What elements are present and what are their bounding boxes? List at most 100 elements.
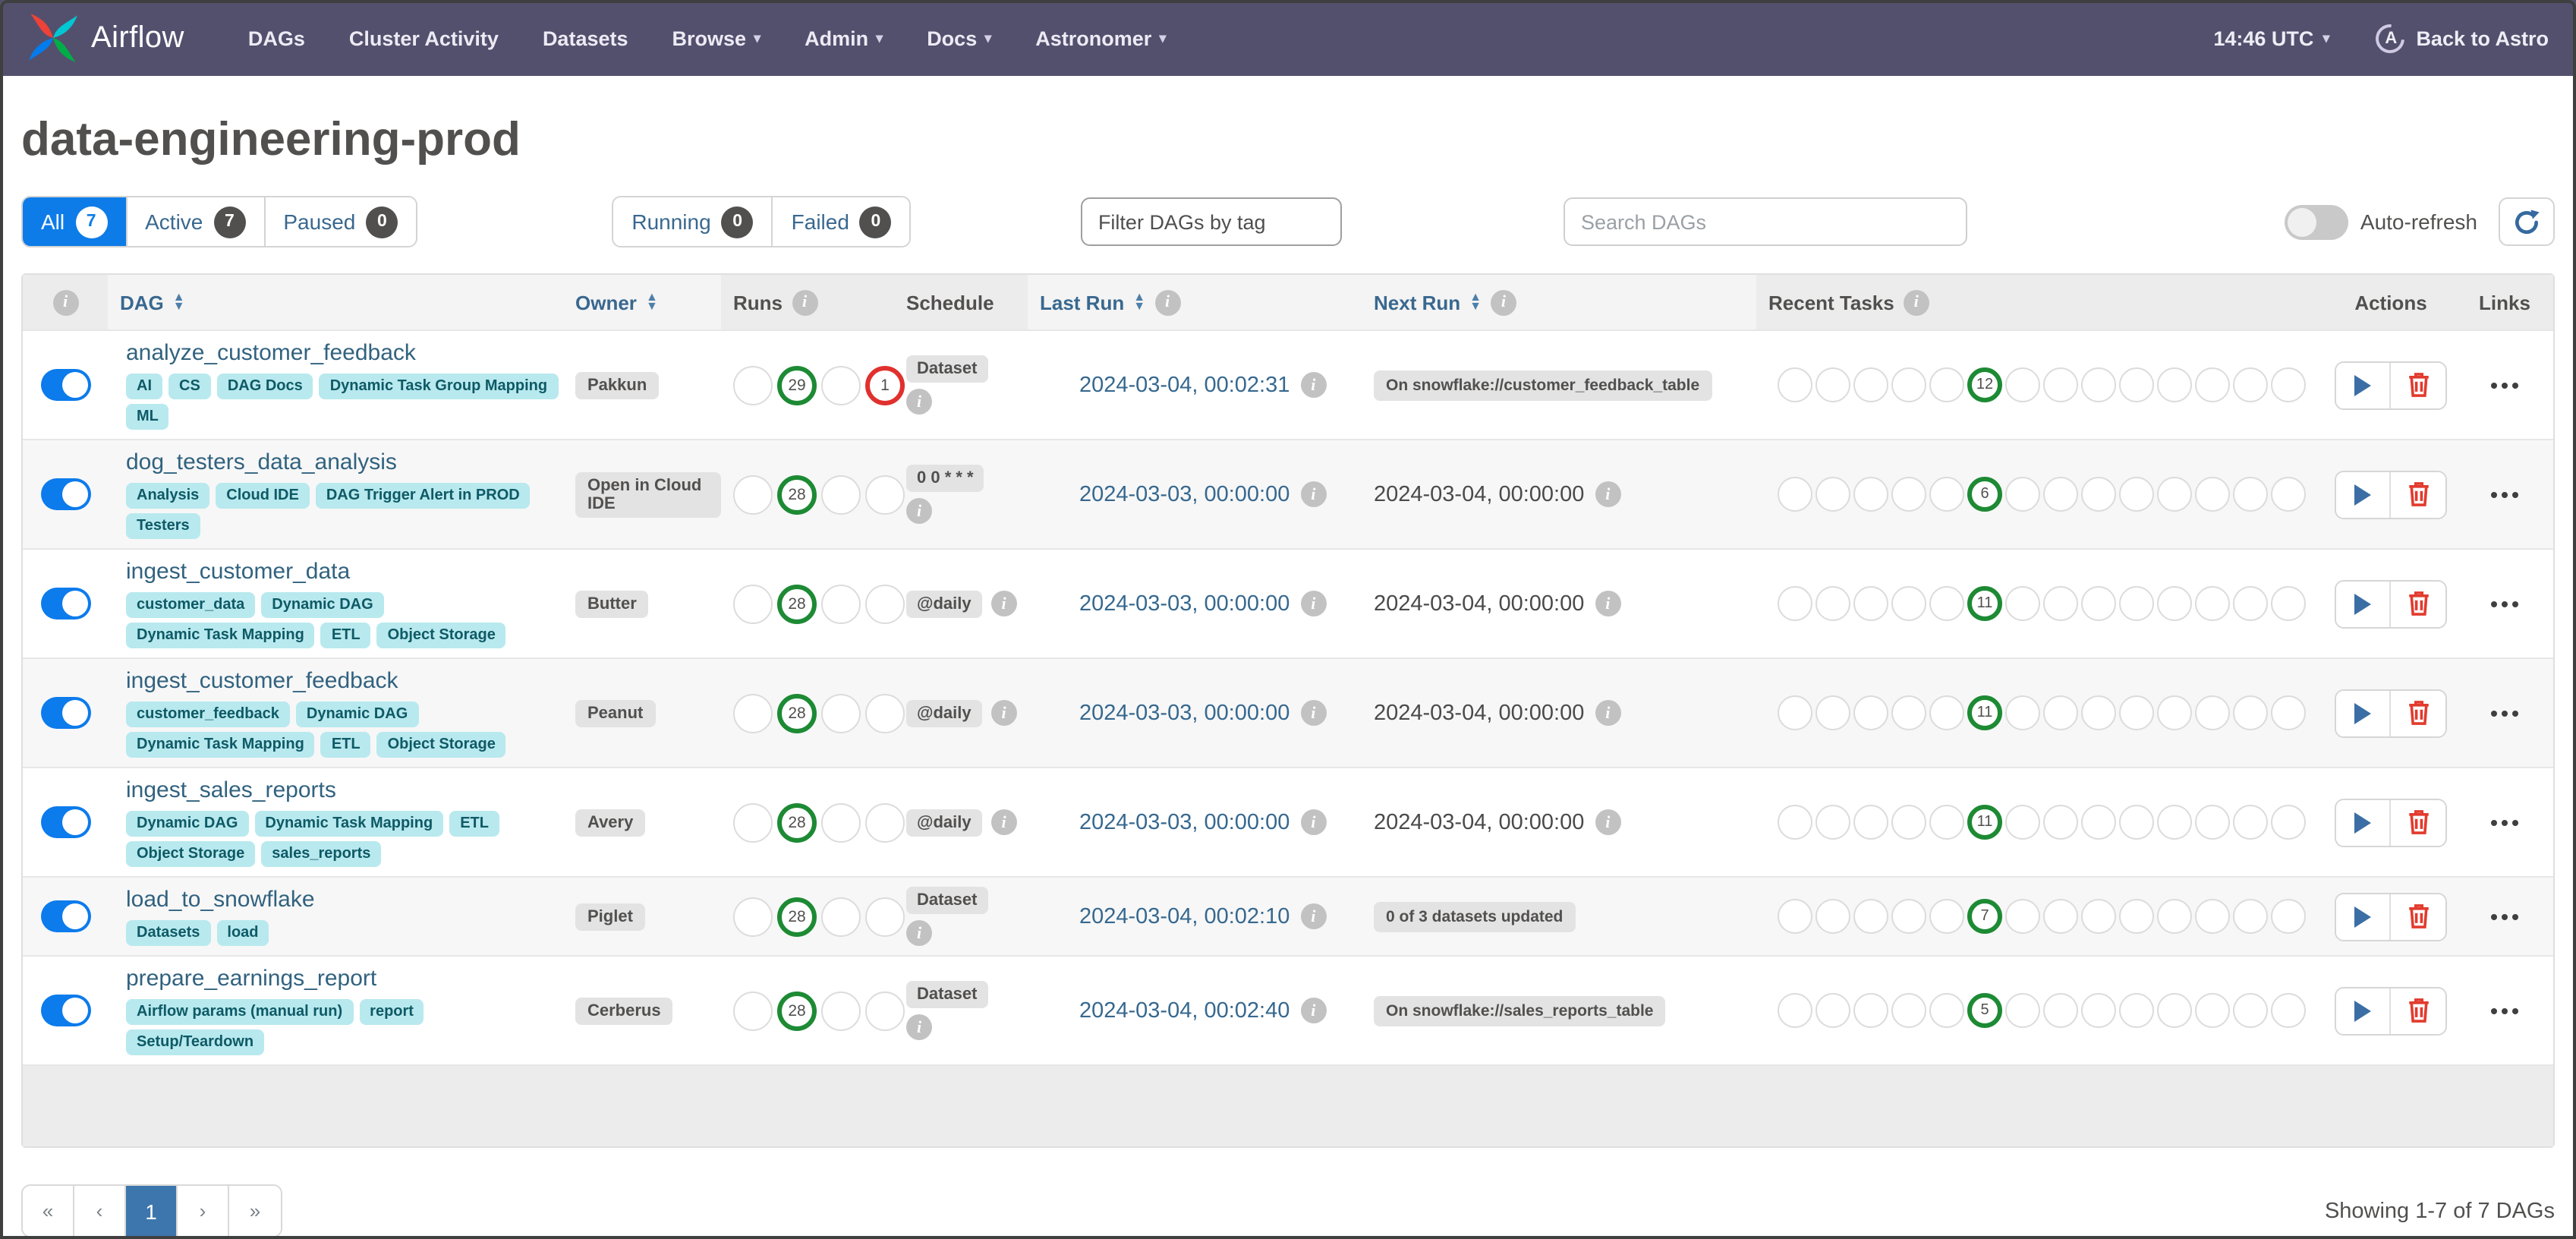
trigger-dag-button[interactable] (2336, 988, 2391, 1033)
run-status-circle[interactable] (821, 991, 861, 1030)
task-status-circle[interactable] (1891, 367, 1926, 402)
nav-item-docs[interactable]: Docs (927, 27, 991, 49)
pagination-last[interactable]: » (229, 1186, 281, 1236)
task-status-circle[interactable] (2043, 695, 2078, 730)
dag-pause-toggle[interactable] (40, 806, 90, 838)
run-status-circle[interactable]: 28 (777, 693, 817, 733)
task-status-circle[interactable] (2119, 367, 2154, 402)
task-status-circle[interactable]: 11 (1967, 586, 2002, 621)
task-status-circle[interactable] (1778, 586, 1812, 621)
run-status-circle[interactable] (733, 365, 773, 405)
filter-tab-active[interactable]: Active7 (127, 197, 265, 246)
trigger-dag-button[interactable] (2336, 799, 2391, 845)
task-status-circle[interactable]: 5 (1967, 993, 2002, 1028)
dag-tag[interactable]: CS (168, 374, 211, 399)
run-status-circle[interactable] (821, 802, 861, 842)
dag-tag[interactable]: load (216, 920, 269, 946)
dag-links-menu[interactable] (2488, 482, 2521, 506)
last-run-link[interactable]: 2024-03-03, 00:00:00 (1079, 810, 1290, 834)
task-status-circle[interactable] (2043, 993, 2078, 1028)
dag-name-link[interactable]: analyze_customer_feedback (126, 340, 416, 366)
filter-tab-all[interactable]: All7 (23, 197, 127, 246)
task-status-circle[interactable] (2233, 899, 2268, 934)
dag-tag[interactable]: Dynamic Task Group Mapping (320, 374, 558, 399)
nav-item-dags[interactable]: DAGs (248, 27, 305, 49)
task-status-circle[interactable] (1815, 586, 1850, 621)
trigger-dag-button[interactable] (2336, 581, 2391, 626)
task-status-circle[interactable] (1853, 367, 1888, 402)
col-header-owner[interactable]: Owner (563, 275, 721, 329)
task-status-circle[interactable] (2043, 367, 2078, 402)
pagination-first[interactable]: « (23, 1186, 74, 1236)
nav-item-cluster-activity[interactable]: Cluster Activity (349, 27, 499, 49)
task-status-circle[interactable] (2195, 695, 2230, 730)
dag-tag[interactable]: ETL (321, 623, 371, 648)
task-status-circle[interactable] (2005, 695, 2040, 730)
task-status-circle[interactable] (2081, 367, 2116, 402)
task-status-circle[interactable]: 6 (1967, 477, 2002, 512)
dag-name-link[interactable]: load_to_snowflake (126, 887, 315, 913)
task-status-circle[interactable] (2119, 586, 2154, 621)
task-status-circle[interactable] (2157, 695, 2192, 730)
task-status-circle[interactable] (2043, 899, 2078, 934)
dag-tag[interactable]: ETL (321, 732, 371, 758)
task-status-circle[interactable] (1778, 805, 1812, 840)
run-status-circle[interactable] (733, 474, 773, 514)
dag-tag[interactable]: Dynamic Task Mapping (254, 811, 443, 837)
run-status-circle[interactable]: 28 (777, 897, 817, 936)
nav-item-admin[interactable]: Admin (805, 27, 883, 49)
col-header-dag[interactable]: DAG (108, 275, 563, 329)
dag-name-link[interactable]: prepare_earnings_report (126, 966, 376, 992)
run-status-circle[interactable]: 28 (777, 474, 817, 514)
task-status-circle[interactable] (2005, 993, 2040, 1028)
nav-item-datasets[interactable]: Datasets (543, 27, 628, 49)
task-status-circle[interactable] (1891, 899, 1926, 934)
task-status-circle[interactable]: 11 (1967, 805, 2002, 840)
task-status-circle[interactable] (1778, 367, 1812, 402)
schedule-badge[interactable]: Dataset (906, 355, 988, 383)
dag-tag[interactable]: report (359, 999, 424, 1025)
run-status-circle[interactable] (821, 365, 861, 405)
task-status-circle[interactable] (2005, 805, 2040, 840)
dag-name-link[interactable]: ingest_sales_reports (126, 777, 336, 803)
dag-links-menu[interactable] (2488, 701, 2521, 725)
task-status-circle[interactable] (1929, 695, 1964, 730)
search-dags-input[interactable] (1564, 197, 1968, 246)
task-status-circle[interactable] (1815, 805, 1850, 840)
task-status-circle[interactable] (1778, 899, 1812, 934)
run-status-circle[interactable] (821, 584, 861, 623)
task-status-circle[interactable] (2157, 899, 2192, 934)
col-header-next-run[interactable]: Next Run (1362, 275, 1756, 329)
dag-tag[interactable]: DAG Trigger Alert in PROD (316, 483, 531, 509)
trigger-dag-button[interactable] (2336, 362, 2391, 408)
task-status-circle[interactable] (2005, 586, 2040, 621)
task-status-circle[interactable] (2119, 993, 2154, 1028)
run-status-circle[interactable]: 28 (777, 991, 817, 1030)
task-status-circle[interactable] (2271, 367, 2306, 402)
task-status-circle[interactable] (2119, 805, 2154, 840)
task-status-circle[interactable] (2233, 367, 2268, 402)
task-status-circle[interactable] (2233, 695, 2268, 730)
dag-pause-toggle[interactable] (40, 478, 90, 510)
trigger-dag-button[interactable] (2336, 690, 2391, 736)
run-status-circle[interactable] (733, 897, 773, 936)
schedule-badge[interactable]: @daily (906, 809, 982, 836)
task-status-circle[interactable] (2195, 367, 2230, 402)
task-status-circle[interactable] (1853, 899, 1888, 934)
dag-tag[interactable]: Dynamic Task Mapping (126, 623, 315, 648)
delete-dag-button[interactable] (2391, 581, 2445, 626)
auto-refresh-toggle[interactable] (2285, 204, 2348, 239)
run-status-circle[interactable]: 28 (777, 584, 817, 623)
task-status-circle[interactable] (2081, 805, 2116, 840)
dag-links-menu[interactable] (2488, 998, 2521, 1023)
dag-tag[interactable]: AI (126, 374, 162, 399)
dag-tag[interactable]: Dynamic DAG (296, 701, 418, 727)
dag-tag[interactable]: Dynamic DAG (261, 592, 383, 618)
last-run-link[interactable]: 2024-03-04, 00:02:40 (1079, 998, 1290, 1023)
task-status-circle[interactable] (1929, 805, 1964, 840)
task-status-circle[interactable] (2195, 899, 2230, 934)
task-status-circle[interactable] (2081, 993, 2116, 1028)
task-status-circle[interactable] (2043, 477, 2078, 512)
task-status-circle[interactable] (1853, 993, 1888, 1028)
task-status-circle[interactable] (2271, 586, 2306, 621)
